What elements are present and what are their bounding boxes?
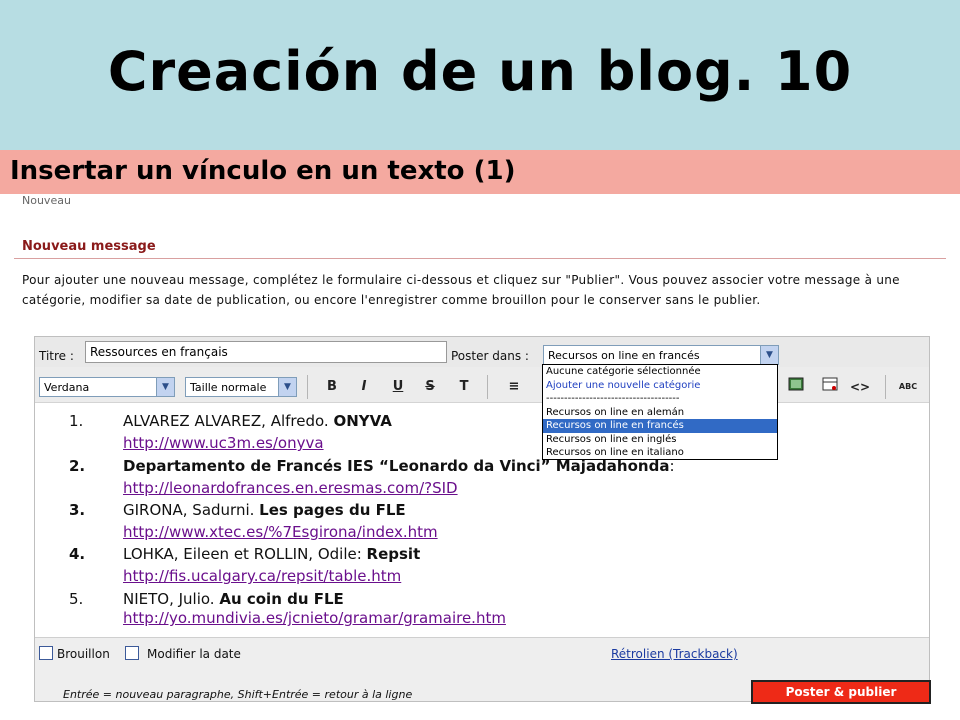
chevron-down-icon[interactable]: ▼ (760, 346, 778, 364)
html-source-button[interactable]: <> (849, 377, 871, 397)
divider (14, 258, 946, 259)
intro-text: Pour ajouter une nouveau message, complé… (22, 273, 900, 307)
category-select[interactable]: Recursos on line en francés ▼ (543, 345, 779, 365)
chevron-down-icon[interactable]: ▼ (278, 378, 296, 396)
modify-date-checkbox[interactable] (125, 646, 139, 660)
entry-link[interactable]: http://yo.mundivia.es/jcnieto/gramar/gra… (123, 609, 506, 627)
spellcheck-button[interactable]: ABC (897, 377, 919, 397)
slide-title: Creación de un blog. 10 (107, 40, 853, 103)
slide-subtitle: Insertar un vínculo en un texto (1) (10, 156, 516, 186)
draft-label: Brouillon (57, 647, 110, 661)
image-icon (788, 377, 804, 391)
entry-number: 3. (69, 501, 86, 519)
toolbar-separator (307, 375, 308, 399)
keyboard-hint: Entrée = nouveau paragraphe, Shift+Entré… (63, 688, 413, 701)
insert-table-button[interactable] (819, 377, 841, 397)
entry-title: Repsit (366, 545, 421, 563)
dropdown-option-selected[interactable]: Recursos on line en francés (543, 419, 777, 433)
dropdown-option[interactable]: Recursos on line en italiano (543, 446, 777, 460)
title-row: Titre : Ressources en français Poster da… (35, 337, 929, 367)
entry-link[interactable]: http://leonardofrances.en.eresmas.com/?S… (123, 479, 458, 497)
trackback-link[interactable]: Rétrolien (Trackback) (611, 647, 738, 661)
title-input[interactable]: Ressources en français (85, 341, 447, 363)
page-heading: Nouveau message (22, 239, 156, 254)
text-color-button[interactable]: T (453, 377, 475, 397)
entry-author: ALVAREZ ALVAREZ, Alfredo. (123, 412, 334, 430)
bold-button[interactable]: B (321, 377, 343, 397)
entry-link[interactable]: http://www.uc3m.es/onyva (123, 434, 324, 452)
dropdown-option[interactable]: Recursos on line en inglés (543, 433, 777, 447)
italic-button[interactable]: I (353, 377, 375, 397)
entry-number: 1. (69, 412, 84, 430)
screenshot-area: Nouveau Nouveau message Pour ajouter une… (0, 194, 960, 720)
font-family-select[interactable]: Verdana ▼ (39, 377, 175, 397)
toolbar-separator (885, 375, 886, 399)
font-size-select[interactable]: Taille normale ▼ (185, 377, 297, 397)
spellcheck-icon: ABC (898, 382, 918, 391)
align-left-button[interactable]: ≡ (503, 377, 525, 397)
table-icon (822, 377, 838, 391)
draft-checkbox[interactable] (39, 646, 53, 660)
entry-number: 5. (69, 590, 84, 608)
entry-text: LOHKA, Eileen et ROLLIN, Odile: Repsit (123, 545, 420, 563)
format-toolbar: Verdana ▼ Taille normale ▼ B I U S T ≡ <… (35, 367, 929, 403)
entry-author: LOHKA, Eileen et ROLLIN, Odile: (123, 545, 367, 563)
strikethrough-button[interactable]: S (419, 377, 441, 397)
dropdown-option[interactable]: Ajouter une nouvelle catégorie (543, 379, 777, 393)
text-color-icon: T (459, 379, 469, 394)
title-label: Titre : (39, 349, 74, 363)
entry-title: Les pages du FLE (259, 501, 406, 519)
breadcrumb[interactable]: Nouveau (22, 194, 71, 207)
entry-link[interactable]: http://www.xtec.es/%7Esgirona/index.htm (123, 523, 438, 541)
entry-text: GIRONA, Sadurni. Les pages du FLE (123, 501, 406, 519)
entry-link[interactable]: http://fis.ucalgary.ca/repsit/table.htm (123, 567, 401, 585)
dropdown-option[interactable]: Aucune catégorie sélectionnée (543, 365, 777, 379)
publish-button[interactable]: Poster & publier (751, 680, 931, 704)
entry-text: NIETO, Julio. Au coin du FLE (123, 590, 344, 608)
dropdown-separator: ------------------------------------- (546, 393, 680, 404)
font-size-value: Taille normale (190, 381, 267, 394)
dropdown-option[interactable]: Recursos on line en alemán (543, 406, 777, 420)
entry-number: 4. (69, 545, 86, 563)
entry-title: ONYVA (333, 412, 392, 430)
modify-date-label: Modifier la date (147, 647, 241, 661)
insert-image-button[interactable] (785, 377, 807, 397)
entry-title: Au coin du FLE (219, 590, 344, 608)
entry-author: NIETO, Julio. (123, 590, 220, 608)
toolbar-separator (487, 375, 488, 399)
entry-text: ALVAREZ ALVAREZ, Alfredo. ONYVA (123, 412, 392, 430)
editor-footer: Brouillon Modifier la date Rétrolien (Tr… (35, 637, 931, 704)
underline-button[interactable]: U (387, 377, 409, 397)
entry-number: 2. (69, 457, 86, 475)
category-label: Poster dans : (451, 349, 529, 363)
message-editor: Titre : Ressources en français Poster da… (34, 336, 931, 704)
category-selected-value: Recursos on line en francés (548, 349, 700, 362)
font-family-value: Verdana (44, 381, 90, 394)
entry-author: GIRONA, Sadurni. (123, 501, 260, 519)
chevron-down-icon[interactable]: ▼ (156, 378, 174, 396)
category-dropdown[interactable]: Aucune catégorie sélectionnée Ajouter un… (542, 364, 778, 460)
